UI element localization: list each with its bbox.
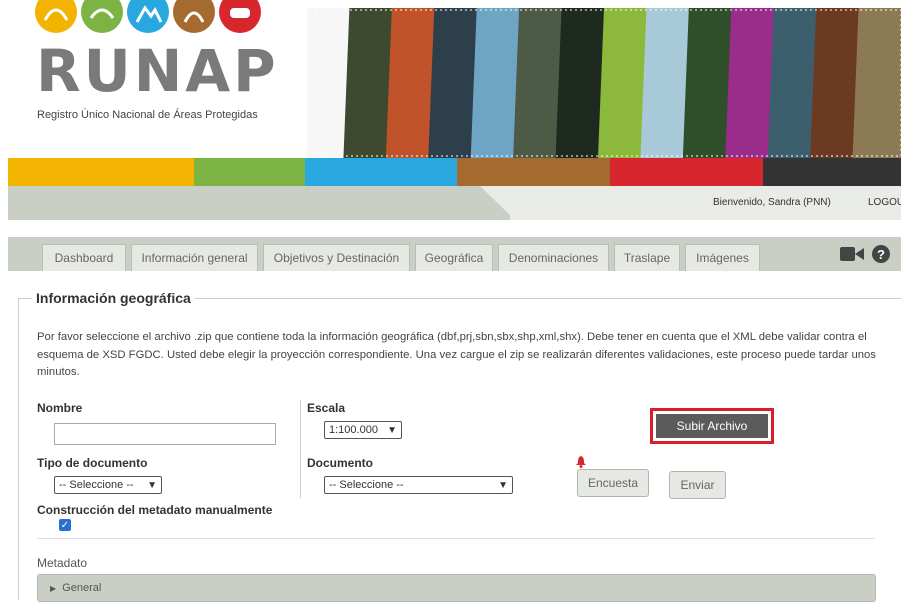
- general-accordion[interactable]: ▶ General: [37, 574, 876, 602]
- subir-archivo-button[interactable]: Subir Archivo: [656, 414, 768, 438]
- tab-informacion-general[interactable]: Información general: [131, 244, 258, 271]
- chevron-down-icon: ▼: [147, 479, 157, 491]
- tab-objetivos-destinacion[interactable]: Objetivos y Destinación: [263, 244, 410, 271]
- construccion-checkbox[interactable]: ✓: [59, 519, 71, 531]
- column-divider: [300, 400, 301, 498]
- documento-label: Documento: [307, 456, 373, 470]
- escala-label: Escala: [307, 401, 346, 415]
- chevron-down-icon: ▼: [387, 424, 397, 436]
- tipo-documento-select[interactable]: -- Seleccione -- ▼: [54, 476, 162, 494]
- section-description: Por favor seleccione el archivo .zip que…: [37, 331, 876, 378]
- construccion-label: Construcción del metadato manualmente: [37, 503, 273, 517]
- encuesta-button[interactable]: Encuesta: [577, 469, 649, 497]
- color-stripe: [8, 158, 901, 186]
- tipo-documento-label: Tipo de documento: [37, 456, 148, 470]
- bell-icon: [576, 456, 586, 468]
- section-title: Información geográfica: [32, 290, 195, 306]
- logo-circles: [35, 0, 261, 33]
- divider: [37, 538, 875, 539]
- banner-photo-strip: [852, 8, 901, 158]
- logo-text: RUNAP: [36, 37, 279, 105]
- tab-imagenes[interactable]: Imágenes: [685, 244, 760, 271]
- escala-value: 1:100.000: [329, 424, 378, 436]
- tab-geografica[interactable]: Geográfica: [415, 244, 493, 271]
- logo-subtitle: Registro Único Nacional de Áreas Protegi…: [37, 109, 258, 121]
- nombre-label: Nombre: [37, 401, 83, 415]
- enviar-button[interactable]: Enviar: [669, 471, 726, 499]
- tab-denominaciones[interactable]: Denominaciones: [498, 244, 609, 271]
- nombre-input[interactable]: [54, 423, 276, 445]
- documento-select[interactable]: -- Seleccione -- ▼: [324, 476, 513, 494]
- tab-dashboard[interactable]: Dashboard: [42, 244, 126, 271]
- escala-select[interactable]: 1:100.000 ▼: [324, 421, 402, 439]
- documento-value: -- Seleccione --: [329, 479, 404, 491]
- tab-traslape[interactable]: Traslape: [614, 244, 680, 271]
- caret-right-icon: ▶: [50, 583, 57, 593]
- user-bar-panel: [510, 186, 901, 220]
- logout-link[interactable]: LOGOUT: [868, 197, 901, 208]
- chevron-down-icon: ▼: [498, 479, 508, 491]
- video-camera-icon[interactable]: [840, 246, 864, 262]
- tipo-documento-value: -- Seleccione --: [59, 479, 134, 491]
- header-banner-image: [307, 8, 901, 158]
- welcome-text: Bienvenido, Sandra (PNN): [713, 197, 831, 208]
- help-icon[interactable]: ?: [872, 245, 890, 263]
- metadato-label: Metadato: [37, 556, 88, 570]
- accordion-label: General: [62, 582, 102, 594]
